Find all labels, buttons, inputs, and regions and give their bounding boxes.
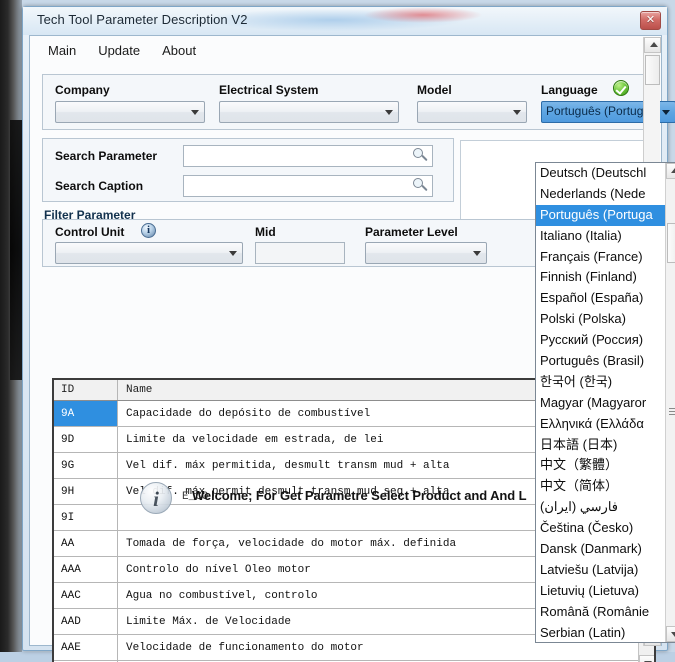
parameter-level-label: Parameter Level [365,225,458,239]
app-window: Tech Tool Parameter Description V2 Main … [22,6,675,662]
column-header-id[interactable]: ID [54,380,118,400]
language-option[interactable]: Română (Românie [536,602,666,623]
model-combobox[interactable] [417,101,527,123]
language-dropdown-items: Deutsch (Deutschl Nederlands (Nede Portugu… [536,163,666,642]
mid-label: Mid [255,225,276,239]
close-icon[interactable] [640,11,661,30]
control-unit-label: Control Unit [55,225,125,239]
language-option[interactable]: 中文（简体） [536,476,666,497]
window-scrollbar-thumb[interactable] [645,55,660,85]
client-area: Main Update About Company Electrical Sys… [29,35,675,662]
menu-item-update[interactable]: Update [88,39,150,62]
language-option[interactable]: Latviešu (Latvija) [536,560,666,581]
language-option[interactable]: Português (Brasil) [536,351,666,372]
chevron-down-icon [662,110,670,115]
search-caption-input[interactable] [183,175,433,197]
title-bar-glow-red [363,7,483,23]
cell-id: AAE [54,635,118,660]
desktop-background-strip-dark [10,120,22,380]
cell-id: 9A [54,401,118,426]
language-option[interactable]: Español (España) [536,288,666,309]
language-option[interactable]: Serbian (Latin) [536,623,666,642]
language-option[interactable]: Português (Portuga [536,204,666,226]
language-option[interactable]: 日本語 (日本) [536,435,666,456]
language-option[interactable]: 한국어 (한국) [536,372,666,393]
language-option[interactable]: Dansk (Danmark) [536,539,666,560]
cell-name: Velocidade de funcionamento do motor [126,641,364,654]
language-option[interactable]: فارسي (ايران) [536,497,666,518]
cell-id: 9D [54,427,118,452]
language-option[interactable]: Lietuvių (Lietuva) [536,581,666,602]
menu-item-main[interactable]: Main [38,39,86,62]
screen: Tech Tool Parameter Description V2 Main … [0,0,675,662]
company-combobox[interactable] [55,101,205,123]
chevron-down-icon [473,251,481,256]
window-title: Tech Tool Parameter Description V2 [37,12,248,27]
chevron-down-icon [229,251,237,256]
chevron-down-icon [385,110,393,115]
search-icon[interactable] [413,178,429,194]
cell-id: 9I [54,505,118,530]
language-option[interactable]: Français (France) [536,247,666,268]
search-parameter-label: Search Parameter [55,149,158,163]
menu-bar: Main Update About [30,36,661,64]
control-unit-combobox[interactable] [55,242,243,264]
language-option[interactable]: Ελληνικά (Ελλάδα [536,414,666,435]
language-dropdown-scrollbar[interactable] [665,163,675,642]
title-bar: Tech Tool Parameter Description V2 [23,7,667,35]
company-label: Company [55,83,110,97]
language-combobox-value: Português (Portug [546,104,644,118]
language-dropdown-list[interactable]: Deutsch (Deutschl Nederlands (Nede Portugu… [535,162,675,643]
scrollbar-grip-icon [669,408,675,415]
scroll-down-icon[interactable] [639,655,654,662]
search-caption-label: Search Caption [55,179,144,193]
language-option[interactable]: Deutsch (Deutschl [536,163,666,184]
language-option[interactable]: Magyar (Magyaror [536,393,666,414]
parameter-level-combobox[interactable] [365,242,487,264]
cell-id: AA [54,531,118,556]
language-option[interactable]: Русский (Россия) [536,330,666,351]
search-parameter-input[interactable] [183,145,433,167]
product-selector-group: Company Electrical System Model Language… [42,74,675,130]
language-option[interactable]: Čeština (Česko) [536,518,666,539]
check-circle-icon [613,80,629,96]
scroll-up-icon[interactable] [644,37,661,53]
search-group: Search Parameter Search Caption [42,138,454,202]
scroll-down-icon[interactable] [666,626,675,642]
control-unit-info-icon[interactable] [141,223,156,238]
model-label: Model [417,83,452,97]
language-option[interactable]: Polski (Polska) [536,309,666,330]
cell-id: AAC [54,583,118,608]
mid-input[interactable] [255,242,345,264]
language-option[interactable]: 中文（繁體） [536,455,666,476]
language-option[interactable]: Italiano (Italia) [536,226,666,247]
chevron-down-icon [513,110,521,115]
chevron-down-icon [191,110,199,115]
menu-item-about[interactable]: About [152,39,206,62]
language-dropdown-scrollbar-thumb[interactable] [667,223,675,263]
language-option[interactable]: Finnish (Finland) [536,267,666,288]
cell-id: AAD [54,609,118,634]
cell-id: 9G [54,453,118,478]
cell-id: 9H [54,479,118,504]
scroll-up-icon[interactable] [666,163,675,179]
electrical-system-label: Electrical System [219,83,319,97]
language-label: Language [541,83,598,97]
cell-id: AAA [54,557,118,582]
search-icon[interactable] [413,148,429,164]
language-option[interactable]: Nederlands (Nede [536,184,666,205]
electrical-system-combobox[interactable] [219,101,399,123]
